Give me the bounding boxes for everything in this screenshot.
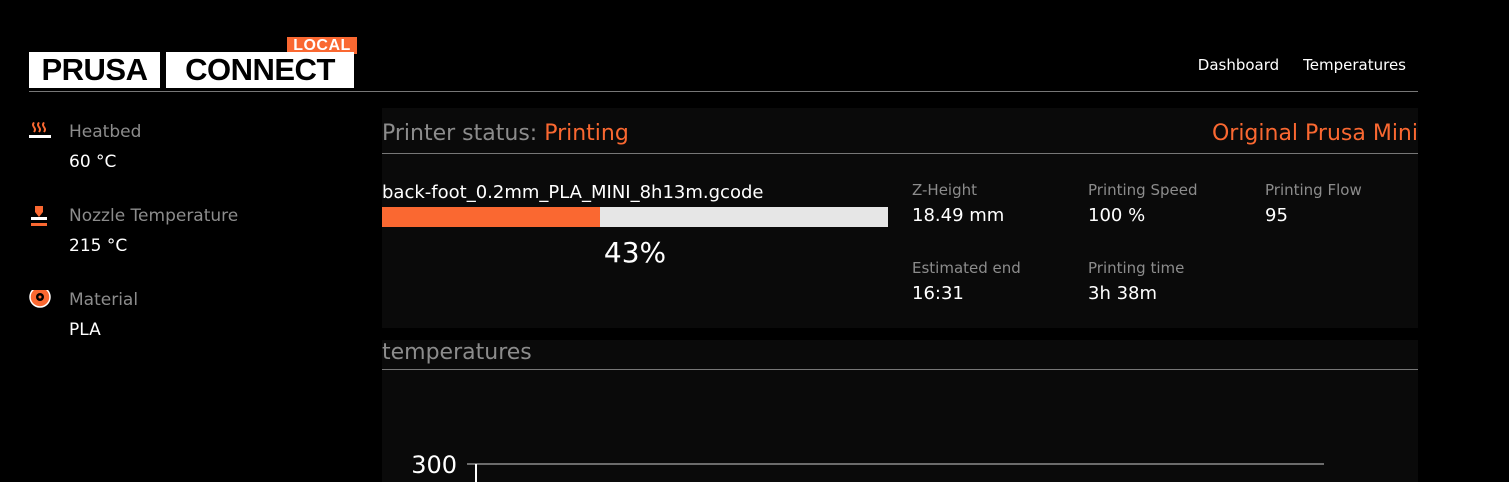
stat-z-height: Z-Height 18.49 mm: [912, 181, 1004, 226]
nozzle-icon: [31, 206, 47, 226]
z-height-label: Z-Height: [912, 181, 978, 199]
heatbed-icon: [29, 122, 51, 138]
estimated-end-value: 16:31: [912, 283, 964, 304]
stat-printing-speed: Printing Speed 100 %: [1088, 181, 1198, 226]
printing-speed-label: Printing Speed: [1088, 181, 1198, 199]
prusa-connect-logo[interactable]: LOCAL PRUSA CONNECT: [29, 37, 359, 89]
temperatures-chart: 300: [411, 451, 1324, 482]
printer-model-name: Original Prusa Mini: [1211, 121, 1418, 146]
printing-time-label: Printing time: [1088, 259, 1185, 277]
stat-estimated-end: Estimated end 16:31: [912, 259, 1021, 304]
printer-status: Printer status: Printing: [382, 121, 629, 146]
printing-speed-value: 100 %: [1088, 205, 1146, 226]
tab-temperatures[interactable]: Temperatures: [1291, 46, 1418, 91]
temperatures-section-title: temperatures: [382, 340, 1418, 370]
printing-time-value: 3h 38m: [1088, 283, 1158, 304]
y-tick-label: 300: [411, 451, 457, 479]
job-filename: back-foot_0.2mm_PLA_MINI_8h13m.gcode: [382, 182, 764, 203]
tab-dashboard[interactable]: Dashboard: [1185, 46, 1292, 92]
print-progress-bar: [382, 207, 888, 227]
printer-status-header: Printer status: Printing Original Prusa …: [382, 120, 1418, 154]
print-progress-percent: 43%: [603, 236, 667, 269]
z-height-value: 18.49 mm: [912, 205, 1005, 226]
heatbed-label: Heatbed: [69, 122, 142, 142]
header-divider: [29, 91, 1418, 92]
printer-status-value: Printing: [544, 121, 629, 146]
logo-word-prusa: PRUSA: [29, 52, 160, 88]
stat-printing-time: Printing time 3h 38m: [1088, 259, 1184, 304]
heatbed-value: 60 °C: [69, 152, 117, 172]
stat-printing-flow: Printing Flow 95: [1265, 181, 1362, 226]
printing-flow-label: Printing Flow: [1265, 181, 1362, 199]
printer-status-label: Printer status:: [382, 121, 538, 146]
filament-spool-icon: [29, 290, 51, 308]
printing-flow-value: 95: [1265, 205, 1288, 226]
nozzle-value: 215 °C: [69, 236, 128, 256]
logo-word-connect: CONNECT: [166, 52, 354, 88]
nozzle-label: Nozzle Temperature: [69, 206, 239, 226]
print-progress-fill: [382, 207, 600, 227]
material-label: Material: [69, 290, 139, 310]
main-nav: Dashboard Temperatures: [1185, 46, 1418, 92]
material-value: PLA: [69, 320, 101, 340]
estimated-end-label: Estimated end: [912, 259, 1021, 277]
